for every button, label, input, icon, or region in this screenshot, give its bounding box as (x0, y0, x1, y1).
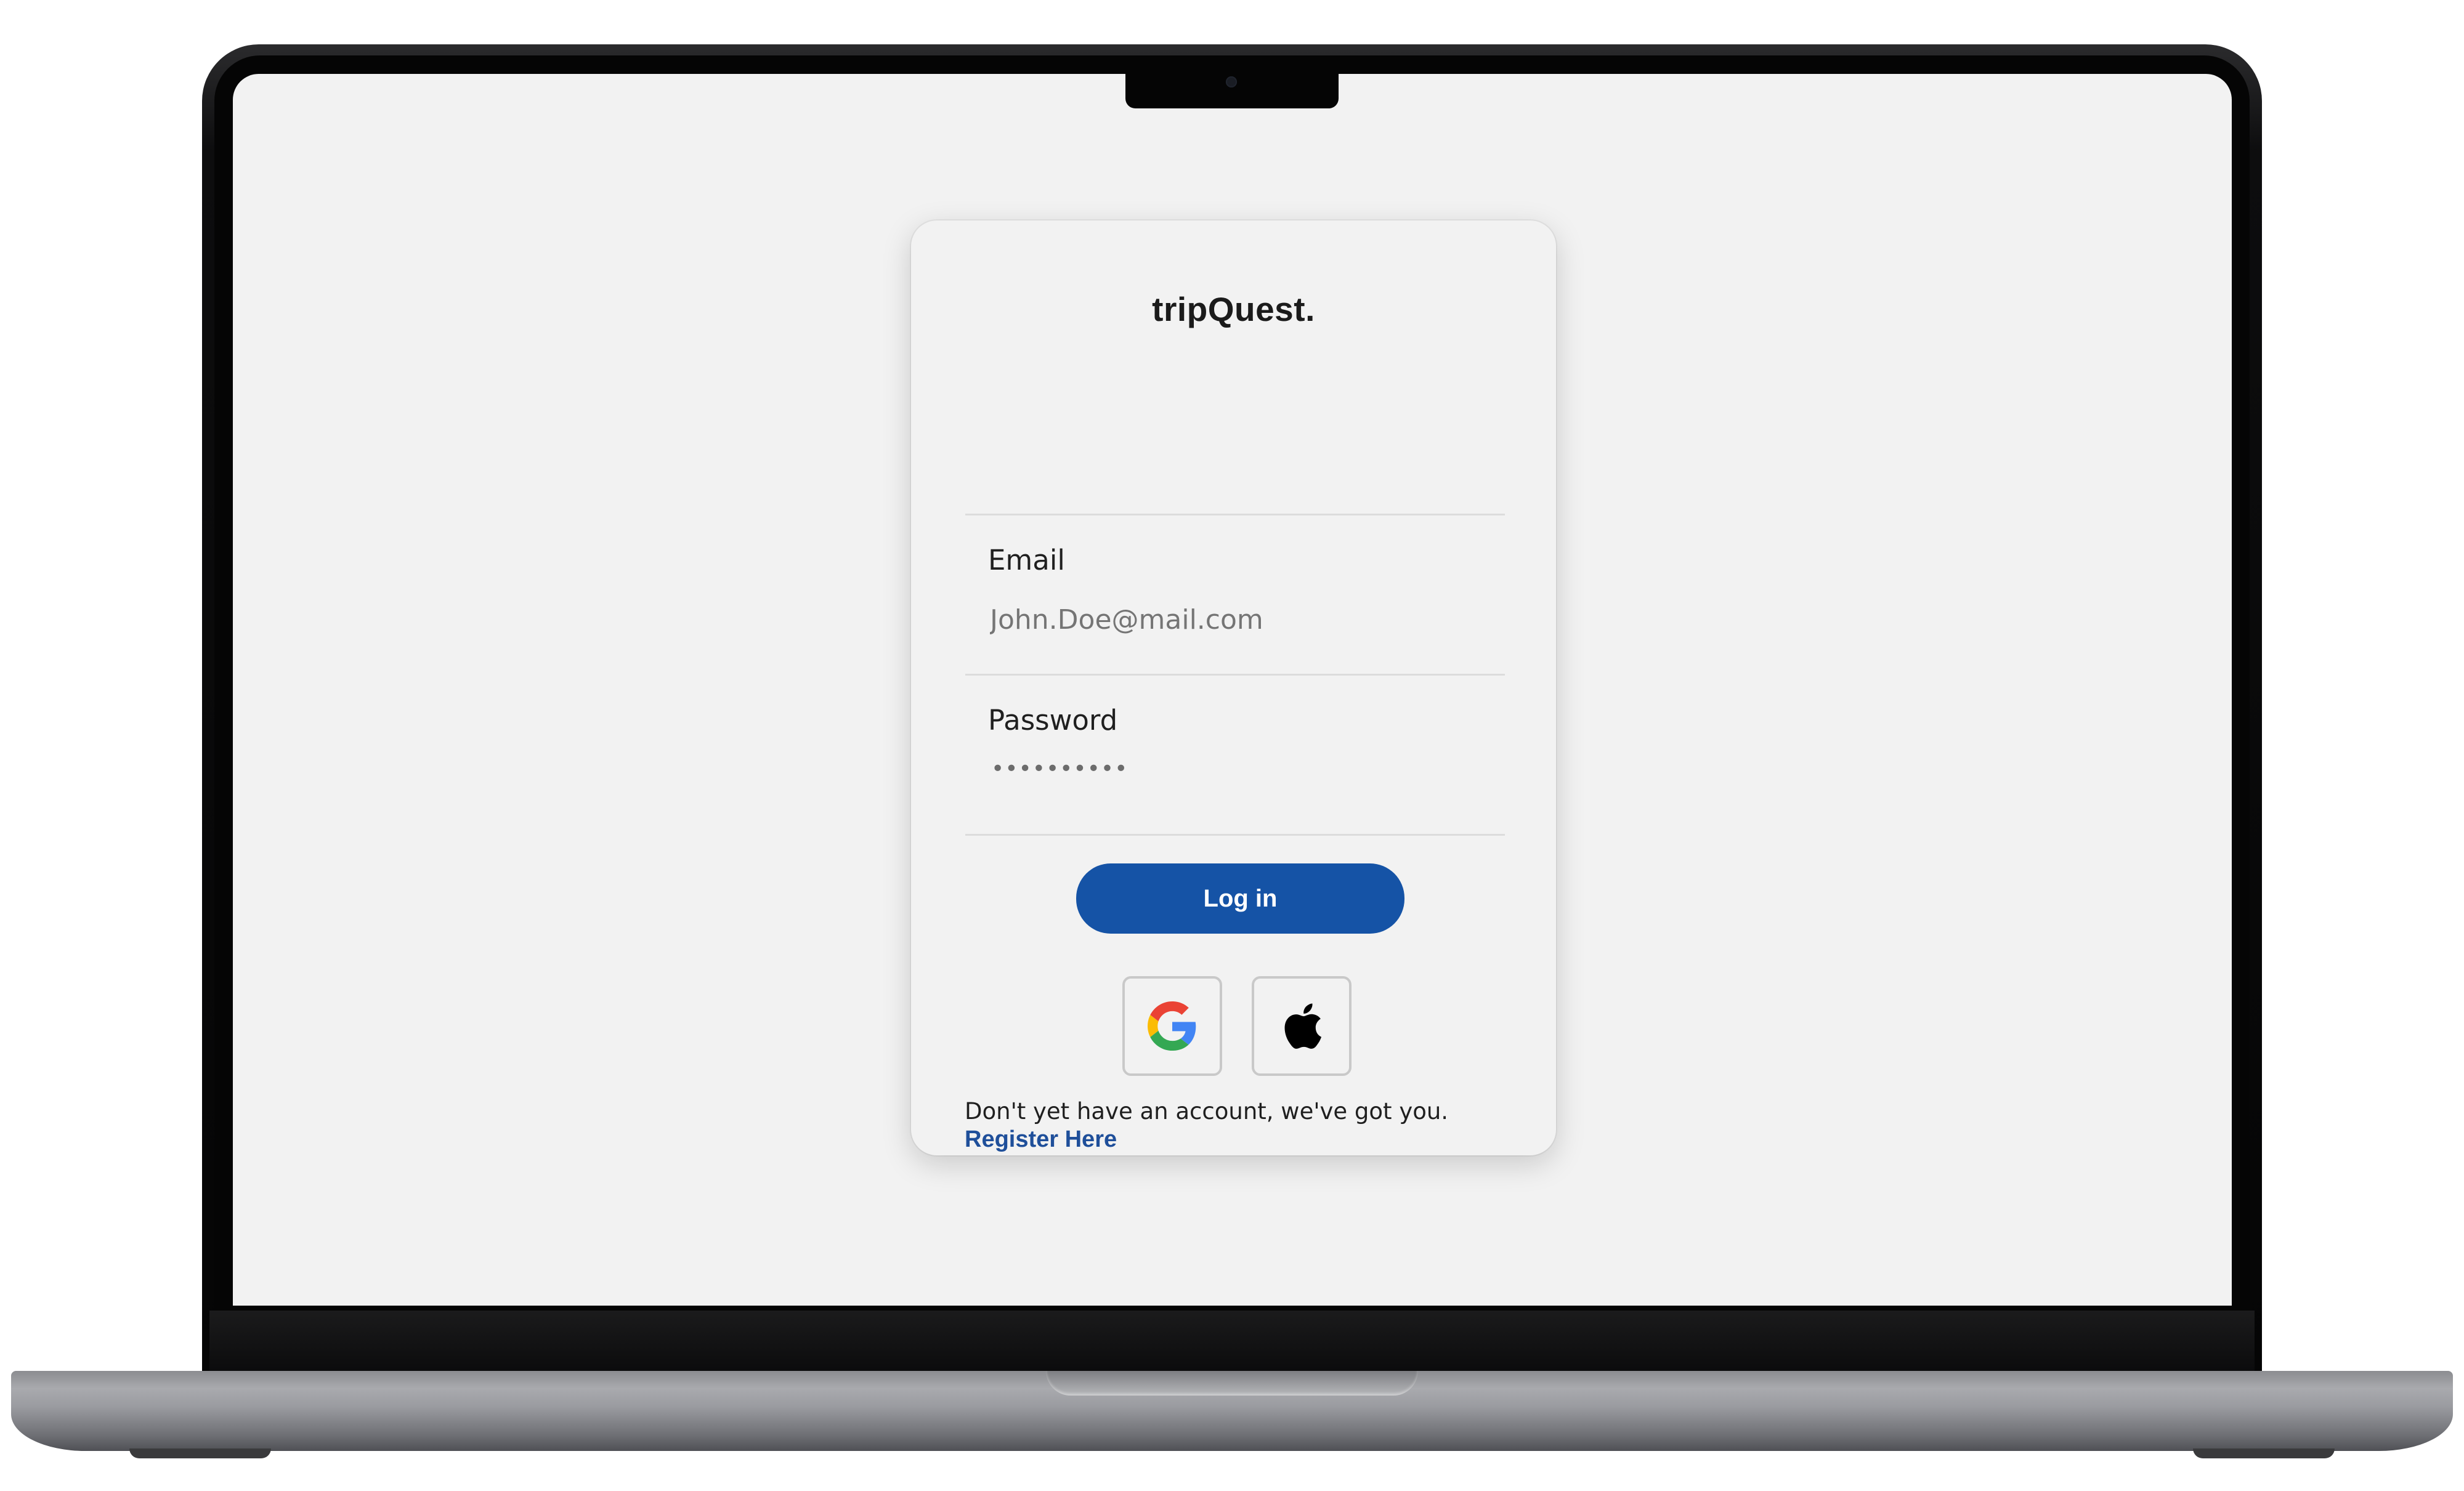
laptop-screen-chin (209, 1311, 2255, 1373)
register-prompt: Don't yet have an account, we've got you… (965, 1098, 1449, 1125)
divider (965, 514, 1505, 515)
brand-logo: tripQuest. (1152, 290, 1315, 328)
laptop-base-notch (1046, 1371, 1418, 1396)
camera-notch (1125, 68, 1339, 108)
laptop-foot-right (2193, 1449, 2335, 1458)
divider (965, 834, 1505, 836)
email-input[interactable] (990, 597, 1483, 642)
apple-icon (1284, 1003, 1322, 1049)
divider (965, 674, 1505, 676)
register-here-link[interactable]: Register Here (965, 1126, 1117, 1153)
google-login-button[interactable] (1122, 976, 1222, 1076)
password-label: Password (988, 704, 1118, 737)
google-icon (1148, 1001, 1196, 1051)
login-card: tripQuest. Email Password •••••••••• Log… (911, 220, 1556, 1155)
camera-icon (1226, 76, 1237, 87)
log-in-button[interactable]: Log in (1076, 863, 1404, 934)
email-label: Email (988, 544, 1065, 576)
password-input[interactable]: •••••••••• (991, 756, 1128, 782)
apple-login-button[interactable] (1252, 976, 1352, 1076)
laptop-screen: tripQuest. Email Password •••••••••• Log… (233, 74, 2232, 1306)
laptop-foot-left (129, 1449, 271, 1458)
